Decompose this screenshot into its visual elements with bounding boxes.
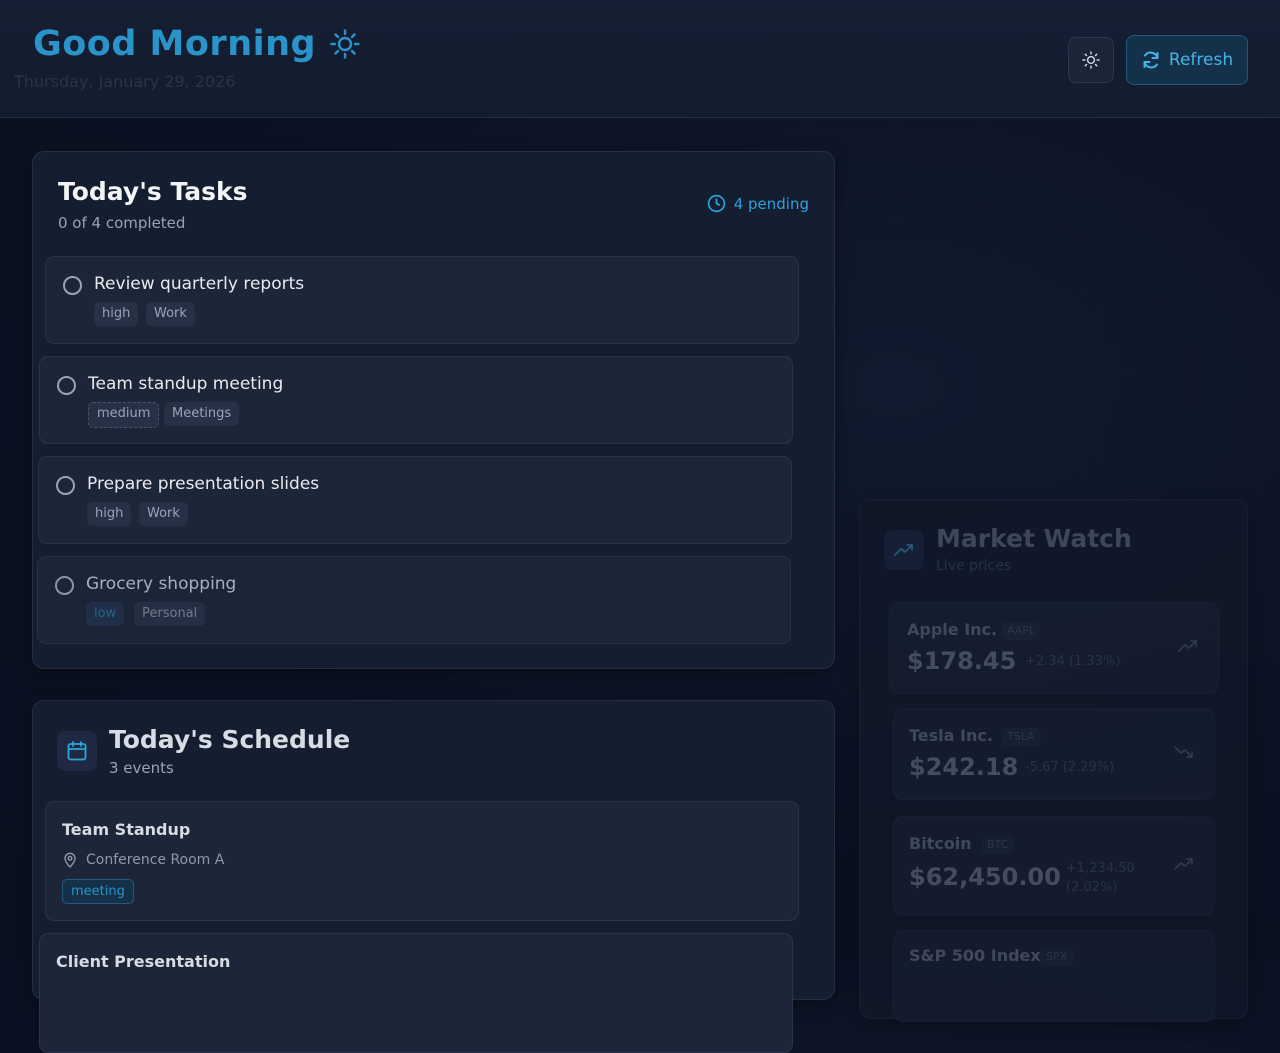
calendar-icon [67, 741, 87, 761]
event-type-tag: meeting [62, 879, 134, 904]
trending-up-icon [1174, 858, 1193, 870]
stock-symbol: AAPL [1001, 622, 1042, 640]
category-tag: Work [146, 302, 195, 326]
stock-name: Tesla Inc. [909, 726, 993, 745]
stock-symbol: SPX [1040, 948, 1074, 966]
theme-toggle-button[interactable] [1068, 37, 1114, 83]
task-item[interactable]: Prepare presentation slides high Work [38, 456, 792, 544]
stock-price: $62,450.00 [909, 863, 1061, 891]
pending-label: 4 pending [733, 194, 809, 213]
task-title: Grocery shopping [86, 574, 237, 594]
task-title: Review quarterly reports [94, 274, 305, 294]
stock-change: +1,234.50 [1066, 861, 1135, 876]
task-title: Prepare presentation slides [87, 474, 320, 494]
schedule-count: 3 events [109, 759, 174, 777]
market-watch-card: Market Watch Live prices Apple Inc. AAPL… [859, 499, 1248, 1022]
event-location-text: Conference Room A [86, 852, 225, 868]
trending-icon-box [884, 530, 924, 570]
trending-down-icon [1174, 746, 1193, 758]
priority-tag: high [94, 302, 139, 326]
stock-change: -5.67 (2.29%) [1025, 760, 1115, 775]
market-title: Market Watch [936, 524, 1132, 553]
stock-price: $242.18 [909, 753, 1019, 781]
market-subtitle: Live prices [936, 558, 1012, 574]
pending-badge: 4 pending [707, 194, 809, 213]
trending-up-icon [894, 544, 913, 556]
sun-icon [330, 29, 360, 59]
greeting-text: Good Morning [33, 24, 317, 64]
stock-row[interactable]: S&P 500 Index SPX [893, 930, 1215, 1022]
task-checkbox[interactable] [56, 476, 75, 495]
priority-tag: low [86, 602, 125, 626]
stock-row[interactable]: Apple Inc. AAPL $178.45 +2.34 (1.33%) [889, 602, 1219, 694]
category-tag: Personal [134, 602, 206, 626]
stock-name: Bitcoin [909, 834, 972, 853]
refresh-button[interactable]: Refresh [1126, 35, 1248, 85]
task-checkbox[interactable] [57, 376, 76, 395]
task-checkbox[interactable] [55, 576, 74, 595]
priority-tag: high [87, 502, 132, 526]
greeting-heading: Good Morning [33, 24, 360, 64]
trending-up-icon [1178, 640, 1197, 652]
calendar-icon-box [57, 731, 97, 771]
stock-name: Apple Inc. [907, 620, 998, 639]
tasks-title: Today's Tasks [58, 177, 248, 206]
map-pin-icon [64, 852, 76, 868]
task-item[interactable]: Grocery shopping low Personal [37, 556, 791, 644]
task-checkbox[interactable] [63, 276, 82, 295]
stock-change: +2.34 (1.33%) [1025, 654, 1121, 669]
tasks-card: Today's Tasks 0 of 4 completed 4 pending… [32, 151, 835, 669]
header: Good Morning Thursday, January 29, 2026 [0, 0, 1280, 118]
current-date: Thursday, January 29, 2026 [14, 72, 236, 91]
stock-row[interactable]: Tesla Inc. TSLA $242.18 -5.67 (2.29%) [893, 708, 1215, 800]
stock-symbol: TSLA [1001, 728, 1041, 746]
schedule-card: Today's Schedule 3 events Team Standup C… [32, 700, 835, 1053]
schedule-event[interactable]: Team Standup Conference Room A meeting [45, 801, 799, 921]
refresh-icon [1143, 51, 1159, 69]
task-title: Team standup meeting [88, 374, 284, 394]
event-title: Team Standup [62, 820, 191, 839]
refresh-label: Refresh [1168, 50, 1234, 70]
stock-price: $178.45 [907, 647, 1017, 675]
schedule-title: Today's Schedule [109, 725, 351, 754]
category-tag: Work [139, 502, 188, 526]
sun-icon [1082, 51, 1100, 69]
stock-row[interactable]: Bitcoin BTC $62,450.00 +1,234.50 (2.02%) [893, 816, 1215, 916]
schedule-event[interactable]: Client Presentation [39, 933, 793, 1053]
event-location: Conference Room A [62, 852, 224, 868]
stock-change-percent: (2.02%) [1066, 880, 1118, 895]
task-item[interactable]: Team standup meeting medium Meetings [39, 356, 793, 444]
priority-tag: medium [88, 402, 160, 428]
clock-icon [707, 194, 725, 213]
stock-symbol: BTC [981, 836, 1015, 854]
event-title: Client Presentation [56, 952, 231, 971]
task-item[interactable]: Review quarterly reports high Work [45, 256, 799, 344]
category-tag: Meetings [164, 402, 240, 426]
tasks-progress: 0 of 4 completed [58, 214, 186, 232]
stock-name: S&P 500 Index [909, 946, 1041, 965]
